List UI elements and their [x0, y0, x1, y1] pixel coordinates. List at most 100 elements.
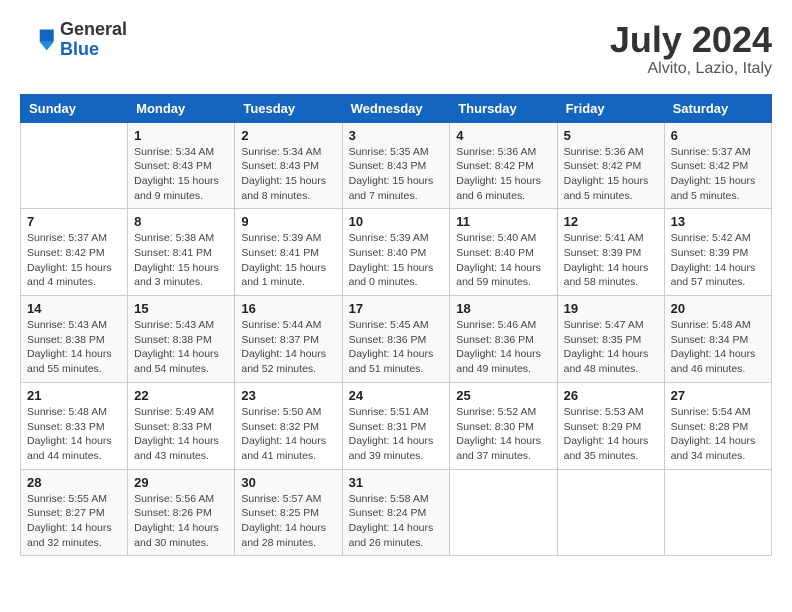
day-number: 1 [134, 128, 228, 143]
logo: General Blue [20, 20, 127, 60]
day-detail: Sunrise: 5:44 AM Sunset: 8:37 PM Dayligh… [241, 318, 335, 377]
day-detail: Sunrise: 5:34 AM Sunset: 8:43 PM Dayligh… [241, 145, 335, 204]
location-title: Alvito, Lazio, Italy [610, 60, 772, 78]
weekday-header-thursday: Thursday [450, 94, 557, 122]
day-number: 6 [671, 128, 765, 143]
day-number: 14 [27, 301, 121, 316]
weekday-header-sunday: Sunday [21, 94, 128, 122]
day-number: 3 [349, 128, 444, 143]
logo-icon [20, 26, 56, 54]
day-detail: Sunrise: 5:43 AM Sunset: 8:38 PM Dayligh… [27, 318, 121, 377]
day-cell: 15Sunrise: 5:43 AM Sunset: 8:38 PM Dayli… [128, 296, 235, 383]
day-cell: 31Sunrise: 5:58 AM Sunset: 8:24 PM Dayli… [342, 469, 450, 556]
day-number: 5 [564, 128, 658, 143]
day-number: 20 [671, 301, 765, 316]
weekday-header-friday: Friday [557, 94, 664, 122]
day-number: 8 [134, 214, 228, 229]
month-title: July 2024 [610, 20, 772, 60]
day-detail: Sunrise: 5:45 AM Sunset: 8:36 PM Dayligh… [349, 318, 444, 377]
day-cell: 2Sunrise: 5:34 AM Sunset: 8:43 PM Daylig… [235, 122, 342, 209]
day-detail: Sunrise: 5:48 AM Sunset: 8:34 PM Dayligh… [671, 318, 765, 377]
day-cell: 11Sunrise: 5:40 AM Sunset: 8:40 PM Dayli… [450, 209, 557, 296]
day-number: 22 [134, 388, 228, 403]
day-detail: Sunrise: 5:38 AM Sunset: 8:41 PM Dayligh… [134, 231, 228, 290]
day-number: 4 [456, 128, 550, 143]
day-detail: Sunrise: 5:41 AM Sunset: 8:39 PM Dayligh… [564, 231, 658, 290]
day-cell: 18Sunrise: 5:46 AM Sunset: 8:36 PM Dayli… [450, 296, 557, 383]
day-cell: 27Sunrise: 5:54 AM Sunset: 8:28 PM Dayli… [664, 382, 771, 469]
day-cell: 30Sunrise: 5:57 AM Sunset: 8:25 PM Dayli… [235, 469, 342, 556]
day-detail: Sunrise: 5:56 AM Sunset: 8:26 PM Dayligh… [134, 492, 228, 551]
day-number: 12 [564, 214, 658, 229]
week-row-2: 7 Sunrise: 5:37 AM Sunset: 8:42 PM Daylig… [21, 209, 772, 296]
day-detail: Sunrise: 5:48 AM Sunset: 8:33 PM Dayligh… [27, 405, 121, 464]
day-number: 23 [241, 388, 335, 403]
day-detail: Sunrise: 5:50 AM Sunset: 8:32 PM Dayligh… [241, 405, 335, 464]
day-cell: 9 Sunrise: 5:39 AM Sunset: 8:41 PM Daylig… [235, 209, 342, 296]
day-number: 24 [349, 388, 444, 403]
weekday-header-saturday: Saturday [664, 94, 771, 122]
day-number: 26 [564, 388, 658, 403]
day-detail: Sunrise: 5:35 AM Sunset: 8:43 PM Dayligh… [349, 145, 444, 204]
weekday-header-row: SundayMondayTuesdayWednesdayThursdayFrid… [21, 94, 772, 122]
week-row-5: 28 Sunrise: 5:55 AM Sunset: 8:27 PM Dayli… [21, 469, 772, 556]
day-cell: 4 Sunrise: 5:36 AM Sunset: 8:42 PM Daylig… [450, 122, 557, 209]
day-number: 7 [27, 214, 121, 229]
day-cell: 12 Sunrise: 5:41 AM Sunset: 8:39 PM Dayli… [557, 209, 664, 296]
day-number: 10 [349, 214, 444, 229]
day-cell: 8 Sunrise: 5:38 AM Sunset: 8:41 PM Daylig… [128, 209, 235, 296]
weekday-header-monday: Monday [128, 94, 235, 122]
day-cell: 10Sunrise: 5:39 AM Sunset: 8:40 PM Dayli… [342, 209, 450, 296]
day-cell: 20 Sunrise: 5:48 AM Sunset: 8:34 PM Dayli… [664, 296, 771, 383]
day-detail: Sunrise: 5:55 AM Sunset: 8:27 PM Dayligh… [27, 492, 121, 551]
day-cell [21, 122, 128, 209]
weekday-header-tuesday: Tuesday [235, 94, 342, 122]
day-detail: Sunrise: 5:39 AM Sunset: 8:41 PM Dayligh… [241, 231, 335, 290]
day-number: 29 [134, 475, 228, 490]
day-cell: 7 Sunrise: 5:37 AM Sunset: 8:42 PM Daylig… [21, 209, 128, 296]
week-row-4: 21 Sunrise: 5:48 AM Sunset: 8:33 PM Dayli… [21, 382, 772, 469]
day-number: 17 [349, 301, 444, 316]
day-detail: Sunrise: 5:37 AM Sunset: 8:42 PM Dayligh… [671, 145, 765, 204]
day-cell: 25Sunrise: 5:52 AM Sunset: 8:30 PM Dayli… [450, 382, 557, 469]
day-number: 21 [27, 388, 121, 403]
day-number: 31 [349, 475, 444, 490]
day-cell: 21 Sunrise: 5:48 AM Sunset: 8:33 PM Dayli… [21, 382, 128, 469]
day-detail: Sunrise: 5:54 AM Sunset: 8:28 PM Dayligh… [671, 405, 765, 464]
day-cell: 3 Sunrise: 5:35 AM Sunset: 8:43 PM Daylig… [342, 122, 450, 209]
day-number: 15 [134, 301, 228, 316]
day-cell: 22 Sunrise: 5:49 AM Sunset: 8:33 PM Dayli… [128, 382, 235, 469]
day-detail: Sunrise: 5:51 AM Sunset: 8:31 PM Dayligh… [349, 405, 444, 464]
day-detail: Sunrise: 5:57 AM Sunset: 8:25 PM Dayligh… [241, 492, 335, 551]
weekday-header-wednesday: Wednesday [342, 94, 450, 122]
day-detail: Sunrise: 5:47 AM Sunset: 8:35 PM Dayligh… [564, 318, 658, 377]
day-cell: 6 Sunrise: 5:37 AM Sunset: 8:42 PM Daylig… [664, 122, 771, 209]
day-cell: 24 Sunrise: 5:51 AM Sunset: 8:31 PM Dayli… [342, 382, 450, 469]
week-row-3: 14 Sunrise: 5:43 AM Sunset: 8:38 PM Dayli… [21, 296, 772, 383]
day-cell: 29 Sunrise: 5:56 AM Sunset: 8:26 PM Dayli… [128, 469, 235, 556]
day-cell [557, 469, 664, 556]
day-detail: Sunrise: 5:52 AM Sunset: 8:30 PM Dayligh… [456, 405, 550, 464]
logo-text: General Blue [60, 20, 127, 60]
day-cell: 17 Sunrise: 5:45 AM Sunset: 8:36 PM Dayli… [342, 296, 450, 383]
day-detail: Sunrise: 5:46 AM Sunset: 8:36 PM Dayligh… [456, 318, 550, 377]
day-cell: 19 Sunrise: 5:47 AM Sunset: 8:35 PM Dayli… [557, 296, 664, 383]
day-detail: Sunrise: 5:34 AM Sunset: 8:43 PM Dayligh… [134, 145, 228, 204]
calendar-table: SundayMondayTuesdayWednesdayThursdayFrid… [20, 94, 772, 557]
day-number: 13 [671, 214, 765, 229]
day-detail: Sunrise: 5:37 AM Sunset: 8:42 PM Dayligh… [27, 231, 121, 290]
day-cell: 23 Sunrise: 5:50 AM Sunset: 8:32 PM Dayli… [235, 382, 342, 469]
day-detail: Sunrise: 5:36 AM Sunset: 8:42 PM Dayligh… [564, 145, 658, 204]
day-number: 28 [27, 475, 121, 490]
title-block: July 2024 Alvito, Lazio, Italy [610, 20, 772, 78]
day-detail: Sunrise: 5:49 AM Sunset: 8:33 PM Dayligh… [134, 405, 228, 464]
day-number: 9 [241, 214, 335, 229]
day-cell: 5 Sunrise: 5:36 AM Sunset: 8:42 PM Daylig… [557, 122, 664, 209]
day-cell: 13Sunrise: 5:42 AM Sunset: 8:39 PM Dayli… [664, 209, 771, 296]
day-cell: 16Sunrise: 5:44 AM Sunset: 8:37 PM Dayli… [235, 296, 342, 383]
day-cell: 14 Sunrise: 5:43 AM Sunset: 8:38 PM Dayli… [21, 296, 128, 383]
day-detail: Sunrise: 5:40 AM Sunset: 8:40 PM Dayligh… [456, 231, 550, 290]
day-detail: Sunrise: 5:53 AM Sunset: 8:29 PM Dayligh… [564, 405, 658, 464]
day-detail: Sunrise: 5:36 AM Sunset: 8:42 PM Dayligh… [456, 145, 550, 204]
day-number: 19 [564, 301, 658, 316]
